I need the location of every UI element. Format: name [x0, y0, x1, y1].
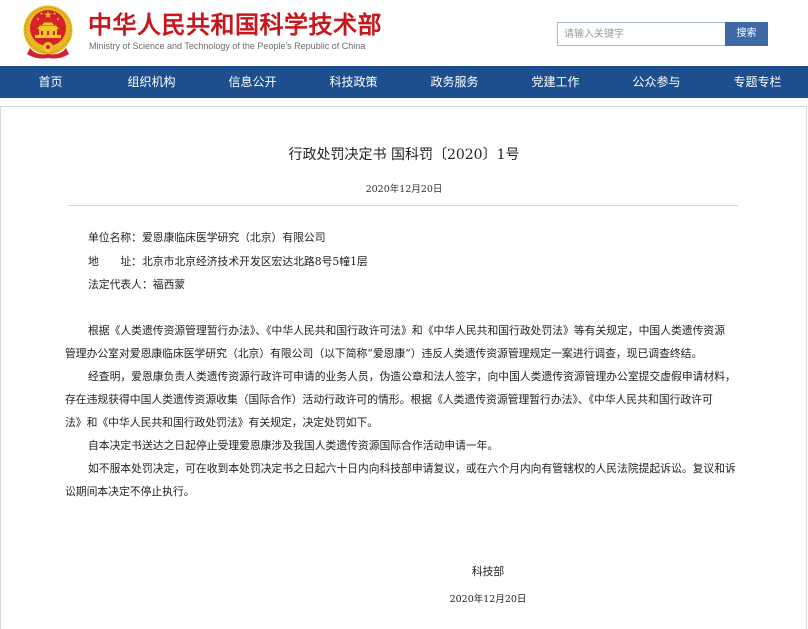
- paragraph-line: 法》和《中华人民共和国行政处罚法》有关规定，决定处罚如下。: [65, 415, 379, 429]
- title-divider: [68, 205, 738, 206]
- paragraph-line: 如不服本处罚决定，可在收到本处罚决定书之日起六十日内向科技部申请复议，或在六个月…: [88, 461, 736, 475]
- search-input[interactable]: [557, 22, 725, 46]
- field-label: 单位名称：: [88, 231, 142, 244]
- paragraph-line: 自本决定书送达之日起停止受理爱恩康涉及我国人类遗传资源国际合作活动申请一年。: [88, 438, 499, 452]
- paragraph-line: 讼期间本决定不停止执行。: [65, 484, 195, 498]
- field-value: 福西蒙: [152, 278, 186, 291]
- document-body: 根据《人类遗传资源管理暂行办法》、《中华人民共和国行政许可法》和《中华人民共和国…: [0, 319, 808, 503]
- nav-item-home[interactable]: 首页: [0, 66, 101, 98]
- main-nav: 首页 组织机构 信息公开 科技政策 政务服务 党建工作 公众参与 专题专栏: [0, 66, 808, 98]
- paragraph-penalty: 自本决定书送达之日起停止受理爱恩康涉及我国人类遗传资源国际合作活动申请一年。: [0, 434, 808, 457]
- document-fields: 单位名称：爱恩康临床医学研究（北京）有限公司 地 址：北京市北京经济技术开发区宏…: [88, 226, 368, 297]
- site-header: 中华人民共和国科学技术部 Ministry of Science and Tec…: [0, 0, 808, 66]
- site-logo-link[interactable]: 中华人民共和国科学技术部 Ministry of Science and Tec…: [20, 2, 390, 62]
- field-value: 爱恩康临床医学研究（北京）有限公司: [141, 231, 326, 244]
- document-date: 2020年12月20日: [365, 184, 443, 195]
- paragraph-line: 存在违规获得中国人类遗传资源收集（国际合作）活动行政许可的情形。根据《人类遗传资…: [65, 392, 713, 406]
- national-emblem-icon: [23, 5, 73, 59]
- paragraph-line: 经查明，爱恩康负责人类遗传资源行政许可申请的业务人员，伪造公章和法人签字，向中国…: [88, 369, 736, 383]
- field-legal-representative: 法定代表人：福西蒙: [88, 273, 368, 297]
- nav-item-information-disclosure[interactable]: 信息公开: [202, 66, 303, 98]
- nav-item-party-building[interactable]: 党建工作: [505, 66, 606, 98]
- nav-item-organization[interactable]: 组织机构: [101, 66, 202, 98]
- document-title: 行政处罚决定书 国科罚〔2020〕1号: [288, 147, 520, 163]
- field-address: 地 址：北京市北京经济技术开发区宏达北路8号5幢1层: [88, 250, 368, 274]
- paragraph-findings: 经查明，爱恩康负责人类遗传资源行政许可申请的业务人员，伪造公章和法人签字，向中国…: [0, 365, 808, 434]
- nav-item-government-services[interactable]: 政务服务: [404, 66, 505, 98]
- site-subtitle: Ministry of Science and Technology of th…: [89, 41, 366, 51]
- field-value: 北京市北京经济技术开发区宏达北路8号5幢1层: [141, 254, 368, 268]
- nav-item-sci-tech-policy[interactable]: 科技政策: [303, 66, 404, 98]
- paragraph-appeal: 如不服本处罚决定，可在收到本处罚决定书之日起六十日内向科技部申请复议，或在六个月…: [0, 457, 808, 503]
- signature-issuer: 科技部: [471, 565, 505, 578]
- signature-date: 2020年12月20日: [449, 594, 527, 605]
- search-button[interactable]: 搜索: [725, 22, 768, 46]
- paragraph-line: 根据《人类遗传资源管理暂行办法》、《中华人民共和国行政许可法》和《中华人民共和国…: [88, 323, 726, 337]
- field-label: 法定代表人：: [88, 278, 153, 291]
- paragraph-line: 管理办公室对爱恩康临床医学研究（北京）有限公司（以下简称“爱恩康”）违反人类遗传…: [65, 346, 703, 360]
- nav-item-special-topics[interactable]: 专题专栏: [707, 66, 808, 98]
- nav-item-public-participation[interactable]: 公众参与: [606, 66, 707, 98]
- site-title: 中华人民共和国科学技术部: [88, 11, 382, 39]
- paragraph-legal-basis: 根据《人类遗传资源管理暂行办法》、《中华人民共和国行政许可法》和《中华人民共和国…: [0, 319, 808, 365]
- field-company-name: 单位名称：爱恩康临床医学研究（北京）有限公司: [88, 226, 368, 250]
- field-label: 地 址：: [88, 254, 142, 268]
